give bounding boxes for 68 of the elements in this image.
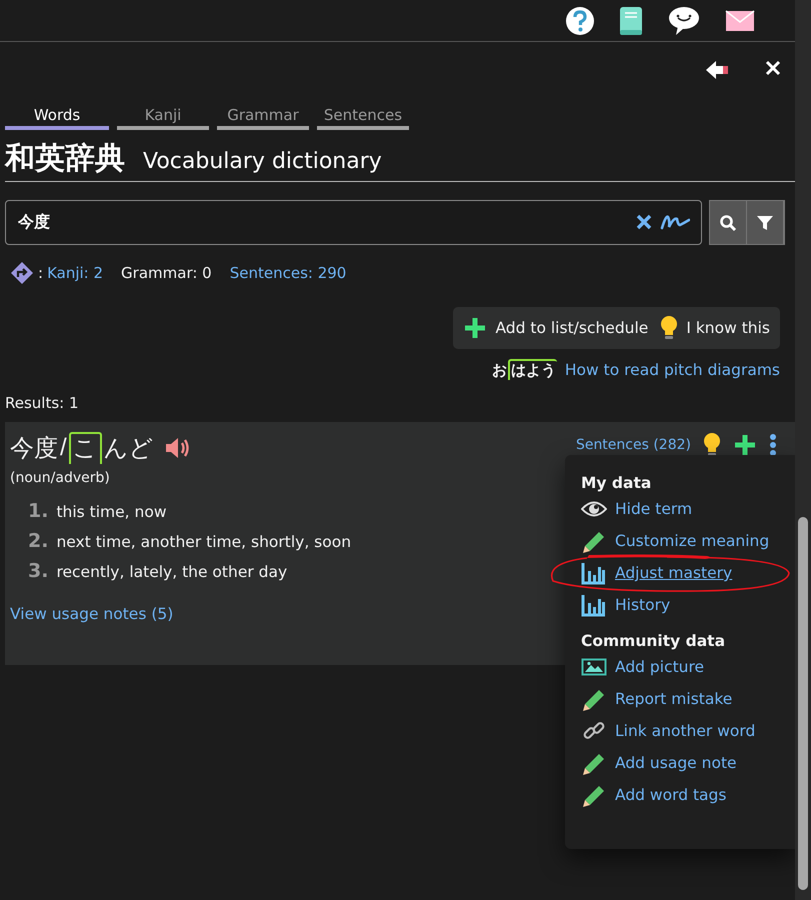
- separator: /: [60, 434, 67, 462]
- menu-item[interactable]: Add picture: [581, 655, 704, 679]
- add-to-list-button[interactable]: Add to list/schedule: [461, 316, 650, 340]
- label-colon: :: [38, 264, 44, 282]
- meaning-number: 1.: [28, 500, 48, 522]
- eye-icon: [581, 499, 607, 519]
- lightbulb-icon: [703, 432, 721, 458]
- usage-notes-link[interactable]: View usage notes (5): [10, 605, 174, 623]
- filter-icon: [756, 214, 774, 232]
- high-pitch-kana: こ: [68, 432, 102, 464]
- part-of-speech: (noun/adverb): [10, 470, 110, 486]
- menu-section-title: Community data: [581, 631, 726, 651]
- tab[interactable]: Sentences: [317, 104, 409, 130]
- meaning-text: recently, lately, the other day: [56, 563, 288, 581]
- menu-item[interactable]: Hide term: [581, 497, 692, 521]
- pencil-icon: [581, 751, 607, 775]
- kana: んど: [102, 434, 155, 464]
- tab[interactable]: Words: [5, 104, 109, 130]
- clear-icon[interactable]: [636, 214, 652, 230]
- sentences-link[interactable]: Sentences (282): [576, 437, 691, 453]
- pencil-icon: [581, 529, 607, 553]
- filter-button[interactable]: [747, 201, 784, 244]
- search-field[interactable]: 今度: [5, 200, 702, 245]
- bar-chart-icon: [581, 561, 607, 585]
- handwriting-icon[interactable]: [660, 213, 690, 231]
- bar-chart-icon: [581, 593, 607, 617]
- mail-icon[interactable]: [725, 10, 755, 32]
- kana: お: [490, 360, 508, 380]
- title-english: Vocabulary dictionary: [143, 149, 382, 174]
- picture-icon: [581, 657, 607, 677]
- pencil-icon: [581, 687, 607, 711]
- menu-item[interactable]: Link another word: [581, 719, 756, 743]
- headword: 今度: [10, 434, 58, 464]
- book-icon[interactable]: [619, 6, 643, 36]
- menu-item[interactable]: Customize meaning: [581, 529, 770, 553]
- results-count: Results: 1: [5, 394, 80, 412]
- pencil-icon: [581, 783, 607, 807]
- help-icon[interactable]: [565, 6, 595, 36]
- lightbulb-icon: [660, 315, 678, 341]
- plus-icon: [733, 433, 757, 457]
- diamond-arrow-icon: [10, 261, 34, 285]
- menu-item[interactable]: Add usage note: [581, 751, 737, 775]
- tab[interactable]: Grammar: [217, 104, 309, 130]
- menu-section-title: My data: [581, 473, 652, 493]
- close-icon[interactable]: [765, 60, 781, 76]
- title-japanese: 和英辞典: [5, 141, 125, 177]
- search-button[interactable]: [710, 201, 747, 244]
- menu-item[interactable]: Report mistake: [581, 687, 732, 711]
- related-count: Grammar: 0: [121, 264, 212, 282]
- meaning-text: this time, now: [56, 503, 167, 521]
- scrollbar-thumb[interactable]: [798, 517, 808, 890]
- meaning-number: 3.: [28, 560, 48, 582]
- search-icon: [719, 214, 737, 232]
- speech-bubble-icon[interactable]: [667, 6, 701, 36]
- pitch-help-link[interactable]: How to read pitch diagrams: [564, 360, 780, 378]
- related-link[interactable]: Sentences: 290: [230, 264, 346, 282]
- menu-item[interactable]: Add word tags: [581, 783, 726, 807]
- related-link[interactable]: Kanji: 2: [47, 264, 104, 282]
- high-pitch-kana: はよう: [508, 359, 557, 380]
- menu-item[interactable]: History: [581, 593, 670, 617]
- plus-icon: [463, 316, 488, 340]
- meaning-number: 2.: [28, 530, 48, 552]
- back-arrow-icon[interactable]: [705, 60, 729, 80]
- meaning-text: next time, another time, shortly, soon: [56, 533, 352, 551]
- menu-item[interactable]: Adjust mastery: [581, 561, 732, 585]
- tab[interactable]: Kanji: [117, 104, 209, 130]
- more-icon[interactable]: [769, 434, 777, 456]
- know-this-button[interactable]: I know this: [658, 315, 772, 341]
